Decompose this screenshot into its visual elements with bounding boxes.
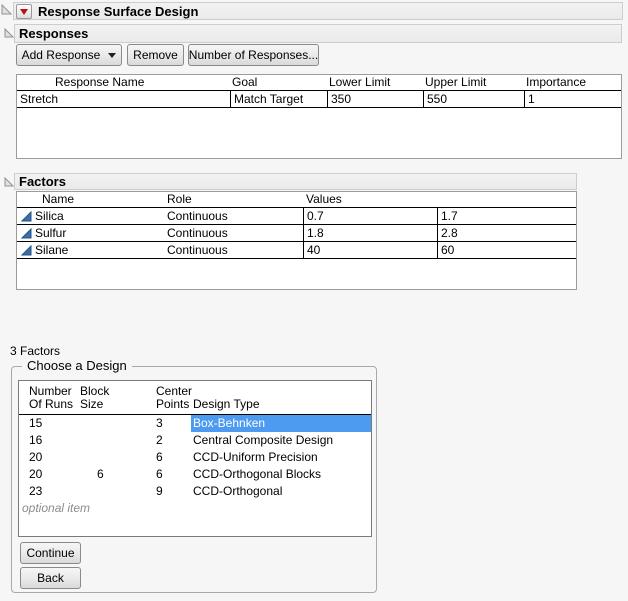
runs-cell: 23 (19, 483, 97, 500)
disclosure-triangle-icon[interactable] (4, 177, 14, 187)
header-block-size: Block Size (80, 385, 109, 411)
block-size-cell (97, 432, 156, 449)
header-response-name: Response Name (17, 75, 230, 90)
add-response-label: Add Response (22, 48, 101, 62)
design-type-cell: CCD-Uniform Precision (191, 449, 371, 466)
block-size-cell: 6 (97, 466, 156, 483)
groupbox-title: Choose a Design (22, 358, 132, 373)
runs-cell: 15 (19, 415, 97, 432)
remove-button[interactable]: Remove (127, 44, 184, 66)
back-label: Back (37, 571, 64, 585)
center-points-cell: 2 (156, 432, 191, 449)
runs-cell: 16 (19, 432, 97, 449)
red-triangle-icon (20, 9, 28, 15)
responses-section-title: Responses (19, 26, 88, 41)
factor-name-cell[interactable]: Silica (17, 208, 167, 224)
factors-section-band: Factors (14, 173, 577, 190)
importance-cell[interactable]: 1 (524, 91, 623, 107)
optional-item-note: optional item (19, 500, 371, 517)
design-type-cell: Central Composite Design (191, 432, 371, 449)
runs-cell: 20 (19, 466, 97, 483)
runs-cell: 20 (19, 449, 97, 466)
factor-value-high-cell[interactable]: 2.8 (437, 225, 576, 241)
goal-cell[interactable]: Match Target (230, 91, 327, 107)
design-option-row[interactable]: 20 6 CCD-Uniform Precision (19, 449, 371, 466)
block-size-cell (97, 449, 156, 466)
header-role: Role (167, 192, 303, 207)
center-points-cell: 9 (156, 483, 191, 500)
main-title-band: Response Surface Design (13, 2, 623, 20)
header-importance: Importance (524, 75, 623, 90)
continuous-factor-icon (21, 228, 32, 239)
responses-section-band: Responses (14, 24, 622, 43)
factors-table-header: Name Role Values (17, 192, 576, 208)
continuous-factor-icon (21, 211, 32, 222)
factors-table: Name Role Values Silica Continuous 0.7 1… (16, 191, 577, 290)
upper-limit-cell[interactable]: 550 (423, 91, 524, 107)
disclosure-triangle-icon[interactable] (1, 4, 12, 15)
factor-value-low-cell[interactable]: 1.8 (303, 225, 437, 241)
design-option-row[interactable]: 16 2 Central Composite Design (19, 432, 371, 449)
responses-table-header: Response Name Goal Lower Limit Upper Lim… (17, 75, 621, 91)
factor-row: Silica Continuous 0.7 1.7 (17, 208, 576, 225)
factor-name-cell[interactable]: Sulfur (17, 225, 167, 241)
response-row: Stretch Match Target 350 550 1 (17, 91, 621, 108)
design-option-row[interactable]: 15 3 Box-Behnken (19, 415, 371, 432)
responses-table: Response Name Goal Lower Limit Upper Lim… (16, 74, 622, 159)
choose-a-design-groupbox: Choose a Design Number Of Runs Block Siz… (11, 366, 377, 593)
header-name: Name (17, 192, 167, 207)
continue-button[interactable]: Continue (20, 542, 81, 564)
design-type-cell: CCD-Orthogonal (191, 483, 371, 500)
header-lower-limit: Lower Limit (327, 75, 423, 90)
lower-limit-cell[interactable]: 350 (327, 91, 423, 107)
center-points-cell: 6 (156, 449, 191, 466)
number-of-responses-label: Number of Responses... (189, 48, 318, 62)
factors-section-title: Factors (19, 174, 66, 189)
number-of-responses-button[interactable]: Number of Responses... (188, 44, 319, 66)
header-center-points: Center Points (156, 385, 192, 411)
factor-role-cell[interactable]: Continuous (167, 208, 303, 224)
response-surface-design-window: Response Surface Design Responses Add Re… (0, 0, 628, 601)
design-option-row[interactable]: 23 9 CCD-Orthogonal (19, 483, 371, 500)
factor-role-cell[interactable]: Continuous (167, 225, 303, 241)
header-upper-limit: Upper Limit (423, 75, 524, 90)
factor-value-low-cell[interactable]: 40 (303, 242, 437, 258)
design-option-row[interactable]: 20 6 6 CCD-Orthogonal Blocks (19, 466, 371, 483)
header-number-of-runs: Number Of Runs (29, 385, 73, 411)
design-listbox: Number Of Runs Block Size Center Points … (18, 380, 372, 537)
response-name-cell[interactable]: Stretch (17, 91, 230, 107)
factor-name-cell[interactable]: Silane (17, 242, 167, 258)
page-title: Response Surface Design (38, 4, 198, 19)
red-triangle-menu-button[interactable] (16, 4, 32, 19)
header-goal: Goal (230, 75, 327, 90)
back-button[interactable]: Back (20, 567, 81, 589)
header-values: Values (303, 192, 437, 207)
design-type-cell: Box-Behnken (191, 415, 371, 432)
disclosure-triangle-icon[interactable] (4, 28, 14, 38)
dropdown-arrow-icon (108, 53, 116, 58)
block-size-cell (97, 415, 156, 432)
factor-value-low-cell[interactable]: 0.7 (303, 208, 437, 224)
center-points-cell: 6 (156, 466, 191, 483)
center-points-cell: 3 (156, 415, 191, 432)
factor-value-high-cell[interactable]: 1.7 (437, 208, 576, 224)
factor-row: Sulfur Continuous 1.8 2.8 (17, 225, 576, 242)
continuous-factor-icon (21, 245, 32, 256)
header-design-type: Design Type (193, 398, 260, 411)
add-response-button[interactable]: Add Response (16, 44, 122, 66)
design-list-header: Number Of Runs Block Size Center Points … (19, 381, 371, 415)
factor-row: Silane Continuous 40 60 (17, 242, 576, 259)
remove-label: Remove (133, 48, 178, 62)
block-size-cell (97, 483, 156, 500)
design-type-cell: CCD-Orthogonal Blocks (191, 466, 371, 483)
continue-label: Continue (26, 546, 74, 560)
factor-role-cell[interactable]: Continuous (167, 242, 303, 258)
factor-value-high-cell[interactable]: 60 (437, 242, 576, 258)
factors-count-label: 3 Factors (10, 344, 60, 358)
